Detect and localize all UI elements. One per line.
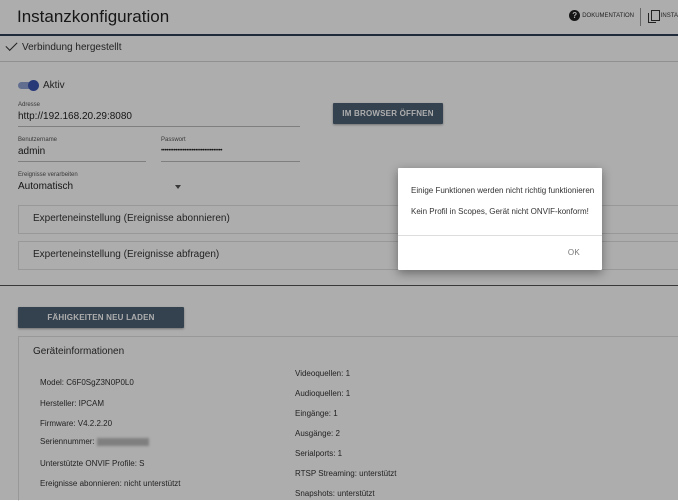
warning-dialog: Einige Funktionen werden nicht richtig f…	[398, 168, 602, 270]
dialog-message-2: Kein Profil in Scopes, Gerät nicht ONVIF…	[411, 207, 589, 216]
dialog-divider	[398, 235, 602, 236]
dialog-message-1: Einige Funktionen werden nicht richtig f…	[411, 186, 595, 195]
ok-button[interactable]: OK	[568, 248, 580, 257]
